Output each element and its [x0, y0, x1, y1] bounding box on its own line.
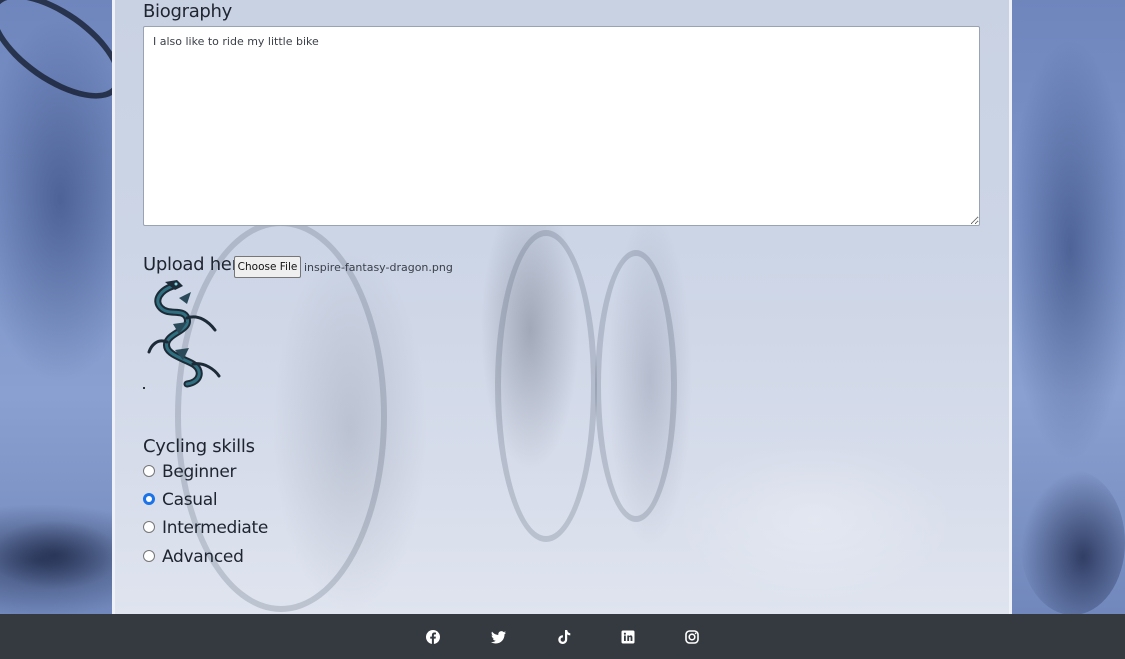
background-wheel	[495, 230, 597, 542]
footer	[0, 614, 1125, 659]
selected-file-name: inspire-fantasy-dragon.png	[304, 261, 453, 274]
biography-label: Biography	[143, 1, 233, 22]
linkedin-icon[interactable]	[620, 629, 636, 645]
biography-textarea[interactable]: I also like to ride my little bike	[143, 26, 980, 226]
instagram-icon[interactable]	[684, 629, 700, 645]
separator-dot	[143, 387, 145, 389]
radio-casual[interactable]	[143, 493, 155, 505]
tiktok-icon[interactable]	[556, 629, 572, 645]
radio-beginner[interactable]	[143, 465, 155, 477]
facebook-icon[interactable]	[425, 629, 441, 645]
radio-label-beginner: Beginner	[162, 462, 237, 482]
radio-label-intermediate: Intermediate	[162, 518, 269, 538]
choose-file-button[interactable]: Choose File	[234, 256, 301, 278]
cycling-skills-label: Cycling skills	[143, 436, 255, 457]
radio-intermediate[interactable]	[143, 521, 155, 533]
twitter-icon[interactable]	[491, 629, 507, 645]
background-wheel	[595, 250, 677, 522]
radio-label-casual: Casual	[162, 490, 218, 510]
dragon-image	[147, 280, 221, 388]
background-grass-shape	[1020, 470, 1125, 615]
radio-label-advanced: Advanced	[162, 547, 244, 567]
background-road-shape	[0, 520, 120, 590]
radio-advanced[interactable]	[143, 550, 155, 562]
